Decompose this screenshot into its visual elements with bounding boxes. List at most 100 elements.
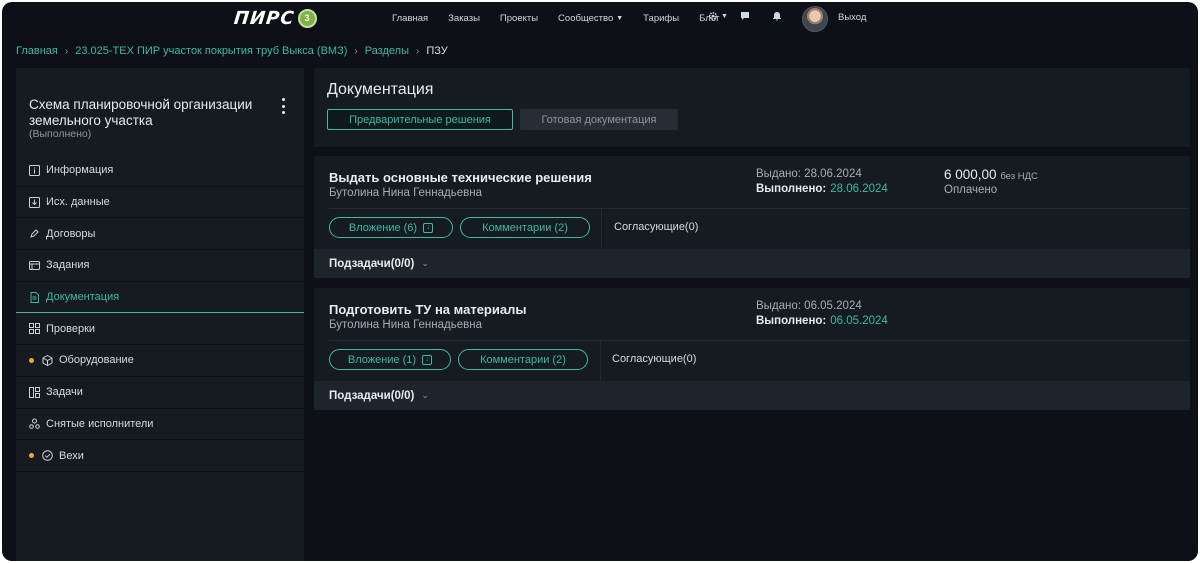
subtasks-toggle[interactable]: Подзадачи(0/0) ⌄: [314, 381, 1190, 410]
subtasks-toggle[interactable]: Подзадачи(0/0) ⌄: [314, 249, 1190, 278]
sidebar-item-label: Вехи: [59, 449, 84, 462]
nav-projects[interactable]: Проекты: [500, 13, 538, 24]
sidebar-item-source-data[interactable]: Исх. данные: [16, 187, 304, 219]
tab-ready-documentation[interactable]: Готовая документация: [520, 109, 678, 130]
sidebar-item-milestones[interactable]: Вехи: [16, 440, 304, 472]
task-card: Выдать основные технические решения Буто…: [314, 156, 1190, 278]
subtasks-label: Подзадачи(0/0): [329, 257, 415, 270]
sidebar-item-checks[interactable]: Проверки: [16, 313, 304, 346]
breadcrumb-home[interactable]: Главная: [16, 45, 58, 57]
sidebar-item-label: Исх. данные: [46, 196, 110, 209]
grid-icon: [29, 323, 40, 335]
sidebar-item-documentation[interactable]: Документация: [16, 282, 304, 314]
page-title: Документация: [327, 81, 434, 98]
nav-community[interactable]: Сообщество ▼: [558, 13, 623, 24]
task-completed: Выполнено: 28.06.2024: [756, 183, 888, 195]
comments-button[interactable]: Комментарии (2): [458, 349, 588, 370]
breadcrumb-sections[interactable]: Разделы: [365, 45, 409, 57]
sidebar-menu: Информация Исх. данные Договоры Задания …: [16, 155, 304, 472]
divider: [329, 340, 1189, 341]
nav-home[interactable]: Главная: [392, 13, 428, 24]
sidebar-item-contracts[interactable]: Договоры: [16, 218, 304, 251]
comments-button[interactable]: Комментарии (2): [460, 217, 590, 238]
logout-link[interactable]: Выход: [838, 12, 866, 23]
sidebar-item-information[interactable]: Информация: [16, 155, 304, 187]
sidebar-item-label: Проверки: [46, 322, 96, 335]
completed-label: Выполнено:: [756, 315, 827, 327]
chevron-down-icon: ⌄: [421, 390, 429, 400]
subtasks-label: Подзадачи(0/0): [329, 389, 415, 402]
task-assignee: Бутолина Нина Геннадьевна: [329, 187, 482, 199]
task-price: 6 000,00 без НДС: [944, 167, 1038, 182]
box-icon: [42, 354, 53, 366]
sidebar-item-equipment[interactable]: Оборудование: [16, 345, 304, 377]
divider: [329, 208, 1189, 209]
users-icon: [29, 418, 40, 430]
nav-tariffs[interactable]: Тарифы: [643, 13, 679, 24]
attachments-button[interactable]: Вложение (6) ↓: [329, 217, 453, 238]
sidebar-item-label: Задачи: [46, 386, 83, 399]
sidebar-item-tasks[interactable]: Задачи: [16, 377, 304, 409]
app-window: ПИРС 3 Главная Заказы Проекты Сообщество…: [2, 2, 1198, 561]
approvers[interactable]: Согласующие(0): [612, 353, 696, 365]
price-vat-note: без НДС: [1000, 171, 1038, 182]
status-dot: [29, 357, 34, 363]
breadcrumb-project[interactable]: 23.025-ТЕХ ПИР участок покрытия труб Вык…: [75, 45, 347, 57]
task-title: Подготовить ТУ на материалы: [329, 302, 527, 317]
documentation-header: Документация Предварительные решения Гот…: [314, 68, 1190, 147]
download-icon: [29, 196, 40, 208]
download-icon: ↓: [423, 222, 434, 233]
sidebar: Схема планировочной организации земельно…: [16, 68, 304, 561]
chevron-right-icon: ›: [354, 45, 358, 57]
section-title: Схема планировочной организации земельно…: [29, 97, 253, 128]
breadcrumb-current: ПЗУ: [426, 45, 448, 57]
approvers[interactable]: Согласующие(0): [614, 221, 698, 233]
info-icon: [29, 164, 40, 176]
top-navigation: ПИРС 3 Главная Заказы Проекты Сообщество…: [2, 2, 1198, 34]
price-value: 6 000,00: [944, 167, 997, 182]
sidebar-item-removed-executors[interactable]: Снятые исполнители: [16, 409, 304, 441]
section-status: (Выполнено): [29, 128, 92, 140]
board-icon: [29, 386, 40, 398]
completed-date: 06.05.2024: [830, 315, 888, 327]
breadcrumb: Главная › 23.025-ТЕХ ПИР участок покрыти…: [16, 45, 448, 57]
task-completed: Выполнено: 06.05.2024: [756, 315, 888, 327]
bell-icon: [773, 12, 781, 21]
chevron-right-icon: ›: [415, 45, 420, 57]
payment-status: Оплачено: [944, 184, 998, 196]
attachments-button[interactable]: Вложение (1) ↓: [329, 349, 451, 370]
task-title: Выдать основные технические решения: [329, 170, 592, 185]
document-icon: [29, 291, 40, 303]
completed-date: 28.06.2024: [830, 183, 888, 195]
more-options-icon[interactable]: [278, 98, 288, 114]
chevron-down-icon: ⌄: [421, 258, 429, 268]
window-icon: [29, 260, 40, 271]
sidebar-item-label: Информация: [46, 164, 114, 177]
sidebar-item-label: Снятые исполнители: [46, 417, 154, 430]
chevron-down-icon: ▼: [721, 12, 728, 20]
tab-preliminary-decisions[interactable]: Предварительные решения: [327, 109, 513, 130]
task-issued-date: Выдано: 06.05.2024: [756, 300, 862, 312]
sidebar-item-tasks-assignments[interactable]: Задания: [16, 250, 304, 282]
messages-button[interactable]: [740, 11, 750, 21]
attachments-label: Вложение (6): [348, 221, 418, 234]
notifications-button[interactable]: [772, 11, 782, 21]
nav-community-label: Сообщество: [558, 12, 614, 24]
sidebar-item-label: Документация: [46, 291, 120, 304]
nav-orders[interactable]: Заказы: [448, 13, 480, 24]
logo[interactable]: ПИРС 3: [232, 7, 317, 29]
status-dot: [29, 453, 34, 459]
divider: [600, 341, 601, 381]
completed-label: Выполнено:: [756, 183, 827, 195]
chevron-right-icon: ›: [64, 45, 69, 57]
sidebar-item-label: Договоры: [46, 227, 96, 240]
download-icon: ↓: [422, 354, 433, 365]
logo-text: ПИРС: [232, 7, 296, 29]
attachments-label: Вложение (1): [347, 353, 417, 366]
divider: [601, 209, 602, 249]
avatar[interactable]: [802, 6, 828, 32]
task-issued-date: Выдано: 28.06.2024: [756, 168, 862, 180]
sidebar-item-label: Оборудование: [59, 354, 134, 367]
check-circle-icon: [42, 450, 53, 461]
settings-menu[interactable]: ▼: [708, 11, 728, 21]
